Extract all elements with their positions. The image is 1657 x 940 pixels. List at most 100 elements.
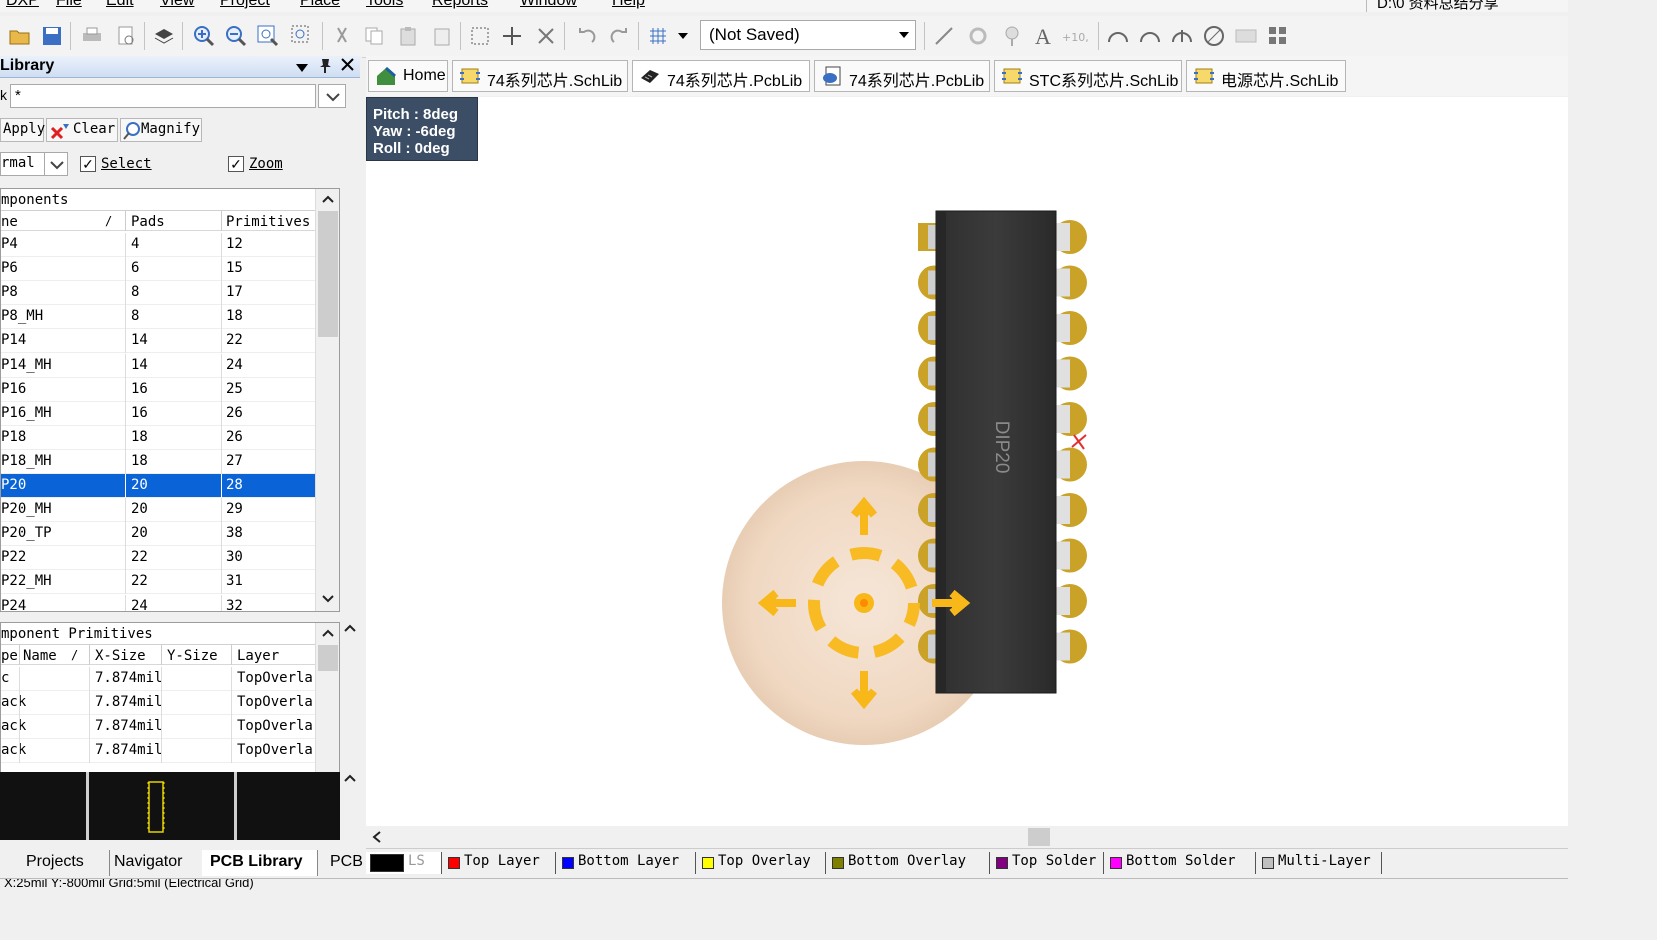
rubber-stamp-icon[interactable] [428, 22, 456, 50]
apply-button[interactable]: Apply [0, 118, 45, 142]
deselect-icon[interactable] [532, 22, 560, 50]
place-coordinate-icon[interactable]: +10,10 [1062, 22, 1090, 50]
menu-project[interactable]: Project [220, 0, 270, 10]
zoom-fit-icon[interactable] [254, 22, 282, 50]
component-row[interactable]: P4 4 12 [1, 233, 315, 257]
layer-tab-bottom-solder[interactable]: Bottom Solder [1106, 852, 1256, 874]
mask-history-dropdown[interactable] [318, 84, 346, 108]
layer-tab-bottom-layer[interactable]: Bottom Layer [558, 852, 696, 874]
column-header-layer[interactable]: Layer [237, 648, 279, 664]
dip20-3d-model[interactable]: DIP20 [706, 197, 1126, 757]
primitive-row[interactable]: ack 7.874mil TopOverla [1, 715, 315, 739]
component-row[interactable]: P20_TP 20 38 [1, 522, 315, 547]
layer-tab-top-overlay[interactable]: Top Overlay [698, 852, 826, 874]
clear-button[interactable]: Clear [46, 118, 118, 142]
scroll-thumb[interactable] [318, 645, 338, 671]
paste-icon[interactable] [394, 22, 422, 50]
open-folder-icon[interactable] [6, 22, 34, 50]
redo-icon[interactable] [606, 22, 634, 50]
tab-power-schlib[interactable]: 电源芯片.SchLib [1186, 60, 1346, 92]
scroll-left-icon[interactable] [372, 831, 382, 843]
print-icon[interactable] [78, 22, 106, 50]
hscroll-thumb[interactable] [1028, 828, 1050, 846]
column-header-ysize[interactable]: Y-Size [167, 648, 218, 664]
column-header-name[interactable]: ne [1, 214, 18, 230]
collapse-preview-icon[interactable] [344, 774, 356, 782]
component-row[interactable]: P24 24 32 [1, 594, 315, 611]
mode-dropdown[interactable] [44, 152, 68, 176]
component-row[interactable]: P16 16 25 [1, 377, 315, 402]
column-header-pads[interactable]: Pads [131, 214, 165, 230]
layer-tab-multi-layer[interactable]: Multi-Layer [1258, 852, 1382, 874]
tab-74-pcblib-active[interactable]: 74系列芯片.PcbLib [632, 60, 810, 92]
menu-dxp[interactable]: DXP [6, 0, 39, 10]
copy-icon[interactable] [360, 22, 388, 50]
save-icon[interactable] [38, 22, 66, 50]
tab-home[interactable]: Home [368, 60, 448, 92]
full-circle-icon[interactable] [1200, 22, 1228, 50]
magnify-button[interactable]: Magnify [120, 118, 202, 142]
cut-icon[interactable] [328, 22, 356, 50]
print-preview-icon[interactable] [112, 22, 140, 50]
mode-select[interactable]: rmal [0, 152, 44, 176]
zoom-in-icon[interactable] [190, 22, 218, 50]
primitive-row[interactable]: ack 7.874mil TopOverla [1, 739, 315, 763]
arc-any-angle-icon[interactable] [1168, 22, 1196, 50]
component-row[interactable]: P8_MH 8 18 [1, 305, 315, 330]
component-row[interactable]: P18 18 26 [1, 425, 315, 450]
panel-menu-icon[interactable] [296, 60, 308, 78]
scroll-down-icon[interactable] [322, 595, 334, 603]
menu-reports[interactable]: Reports [432, 0, 488, 10]
scroll-up-icon[interactable] [322, 195, 334, 203]
tab-pcb[interactable]: PCB [322, 850, 363, 876]
component-row[interactable]: P20_MH 20 29 [1, 498, 315, 523]
component-row[interactable]: P18_MH 18 27 [1, 449, 315, 474]
place-via-icon[interactable] [998, 22, 1026, 50]
menu-edit[interactable]: Edit [106, 0, 134, 10]
place-string-icon[interactable]: A [1030, 22, 1058, 50]
tab-navigator[interactable]: Navigator [106, 850, 204, 876]
layer-tab-ls[interactable]: LS [366, 852, 442, 874]
primitive-row[interactable]: ack 7.874mil TopOverla [1, 691, 315, 715]
tab-stc-schlib[interactable]: STC系列芯片.SchLib [994, 60, 1182, 92]
component-preview[interactable] [0, 772, 340, 840]
column-header-primitives[interactable]: Primitives [226, 214, 310, 230]
array-paste-icon[interactable] [1264, 22, 1292, 50]
tab-pcb-library[interactable]: PCB Library [202, 850, 318, 876]
component-row[interactable]: P16_MH 16 26 [1, 401, 315, 426]
pcb-3d-view[interactable]: Pitch : 8deg Yaw : -6deg Roll : 0deg DIP… [366, 97, 1568, 827]
menu-window[interactable]: Window [520, 0, 577, 10]
column-header-prim-name[interactable]: Name [23, 648, 57, 664]
grid-dropdown-icon[interactable] [672, 22, 694, 50]
mask-input[interactable]: * [10, 84, 316, 108]
component-row[interactable]: P14_MH 14 24 [1, 353, 315, 378]
layer-tab-top-solder[interactable]: Top Solder [992, 852, 1104, 874]
state-combo[interactable]: (Not Saved) [700, 20, 916, 50]
select-checkbox[interactable]: ✓ [80, 156, 96, 172]
tab-74-pcblib[interactable]: 74系列芯片.PcbLib [814, 60, 990, 92]
tab-projects[interactable]: Projects [6, 850, 110, 876]
select-area-icon[interactable] [466, 22, 494, 50]
canvas-hscrollbar[interactable] [366, 826, 1568, 848]
component-row[interactable]: P20 20 28 [1, 474, 315, 498]
collapse-primitives-icon[interactable] [344, 624, 356, 632]
layer-tab-top-layer[interactable]: Top Layer [444, 852, 556, 874]
menu-file[interactable]: File [56, 0, 82, 10]
components-scrollbar[interactable] [315, 189, 339, 611]
column-header-xsize[interactable]: X-Size [95, 648, 146, 664]
menu-help[interactable]: Help [612, 0, 645, 10]
fill-icon[interactable] [1232, 22, 1260, 50]
component-row[interactable]: P6 6 15 [1, 257, 315, 282]
tab-74-schlib[interactable]: 74系列芯片.SchLib [452, 60, 628, 92]
arc-edge-icon[interactable] [1136, 22, 1164, 50]
component-row[interactable]: P22 22 30 [1, 546, 315, 571]
component-row[interactable]: P22_MH 22 31 [1, 570, 315, 595]
component-row[interactable]: P14 14 22 [1, 329, 315, 354]
menu-place[interactable]: Place [300, 0, 340, 10]
zoom-selected-icon[interactable] [288, 22, 316, 50]
primitive-row[interactable]: c 7.874mil TopOverla [1, 667, 315, 691]
menu-tools[interactable]: Tools [366, 0, 403, 10]
pin-icon[interactable] [318, 57, 332, 78]
place-pad-icon[interactable] [964, 22, 992, 50]
zoom-checkbox[interactable]: ✓ [228, 156, 244, 172]
